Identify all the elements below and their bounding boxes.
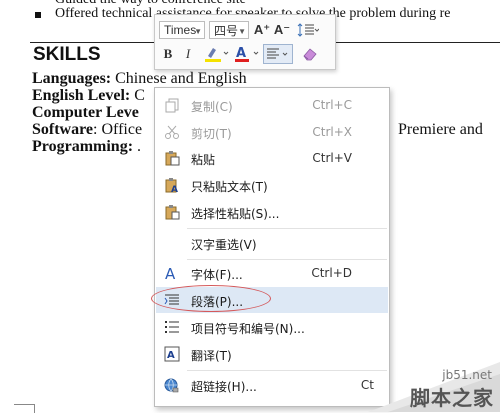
skill-value: C: [130, 87, 145, 104]
chevron-down-icon: ▼: [194, 27, 202, 36]
line-spacing-icon: [297, 23, 319, 37]
paste-text-icon: A: [165, 178, 178, 193]
font-color-icon: A: [235, 46, 259, 62]
menu-item-label: 剪切(T): [191, 127, 232, 141]
menu-item-reselect-hanzi[interactable]: 汉字重选(V): [156, 230, 388, 256]
bullets-numbering-icon: [165, 321, 179, 333]
skill-label: Computer Leve: [32, 104, 139, 121]
skill-row-software: Software: Office: [32, 121, 142, 139]
skill-value: : Office: [93, 121, 143, 138]
skill-label: Software: [32, 121, 94, 138]
menu-item-shortcut: Ctrl+D: [311, 266, 352, 280]
paste-special-icon: [165, 205, 180, 220]
svg-text:A: A: [167, 350, 175, 361]
skill-label: Programming:: [32, 138, 134, 155]
skill-row-programming: Programming: .: [32, 138, 141, 156]
menu-item-hyperlink[interactable]: 超链接(H)... Ct: [156, 372, 388, 398]
menu-item-copy[interactable]: 复制(C) Ctrl+C: [156, 92, 388, 118]
grow-font-icon[interactable]: A⁺: [253, 21, 271, 39]
font-icon: A: [165, 265, 176, 281]
shrink-font-icon[interactable]: A⁻: [273, 21, 291, 39]
format-painter-button[interactable]: [299, 45, 321, 63]
highlight-button[interactable]: [201, 45, 231, 63]
align-left-icon: [267, 48, 288, 59]
menu-item-bullets-numbering[interactable]: 项目符号和编号(N)...: [156, 314, 388, 340]
svg-text:A: A: [171, 185, 178, 193]
cut-icon: [165, 125, 179, 139]
skill-row-languages: Languages: Chinese and English: [32, 70, 247, 88]
menu-item-label: 项目符号和编号(N)...: [191, 322, 305, 336]
menu-item-label: 只粘贴文本(T): [191, 180, 268, 194]
menu-item-label: 粘贴: [191, 153, 216, 167]
copy-icon: [165, 98, 179, 113]
mini-format-toolbar: Times ▼ 四号 ▼ A⁺ A⁻ B I A: [154, 14, 336, 70]
menu-item-translate[interactable]: A 翻译(T): [156, 341, 388, 367]
menu-item-cut[interactable]: 剪切(T) Ctrl+X: [156, 119, 388, 145]
skill-row-english: English Level: C: [32, 87, 145, 105]
italic-button[interactable]: I: [179, 45, 197, 63]
svg-text:A: A: [236, 46, 246, 61]
menu-item-label: 字体(F)...: [191, 268, 243, 282]
skill-label: Languages:: [32, 70, 112, 87]
menu-item-shortcut: Ctrl+V: [312, 151, 352, 165]
skill-row-software-tail: Premiere and: [398, 121, 483, 138]
font-size-value: 四号: [214, 23, 239, 38]
hyperlink-icon: [164, 378, 179, 393]
menu-item-font[interactable]: A 字体(F)... Ctrl+D: [156, 260, 388, 286]
line-spacing-button[interactable]: [295, 21, 321, 39]
skill-row-computer: Computer Leve: [32, 104, 139, 122]
skills-heading: SKILLS: [33, 44, 101, 65]
bold-button[interactable]: B: [159, 45, 177, 63]
annotation-ellipse: [151, 285, 271, 312]
context-menu: 复制(C) Ctrl+C 剪切(T) Ctrl+X 粘贴 Ctrl+V A 只粘…: [154, 87, 390, 407]
menu-separator: [187, 228, 387, 229]
skill-label: English Level:: [32, 87, 131, 104]
menu-item-shortcut: Ctrl+C: [312, 98, 352, 112]
skill-value: Chinese and English: [111, 70, 247, 87]
watermark-name: 脚本之家: [410, 386, 494, 410]
bullet-marker: [35, 12, 41, 18]
menu-item-label: 翻译(T): [191, 349, 232, 363]
eraser-icon: [303, 48, 317, 61]
highlighter-icon: [205, 48, 229, 62]
font-size-select[interactable]: 四号 ▼: [209, 21, 249, 39]
skill-value: .: [133, 138, 142, 155]
menu-item-shortcut: Ctrl+X: [312, 125, 352, 139]
font-color-button[interactable]: A: [233, 45, 261, 63]
menu-item-label: 复制(C): [191, 100, 233, 114]
menu-item-label: 汉字重选(V): [191, 238, 257, 252]
menu-item-paste-special[interactable]: 选择性粘贴(S)...: [156, 199, 388, 225]
watermark-site: jb51.net: [442, 368, 492, 382]
font-name-select[interactable]: Times ▼: [159, 21, 205, 39]
translate-icon: A: [164, 346, 180, 362]
paste-icon: [165, 151, 180, 166]
svg-text:A: A: [165, 265, 176, 281]
chevron-down-icon: ▼: [238, 27, 246, 36]
menu-separator: [187, 370, 387, 371]
menu-item-paste-text-only[interactable]: A 只粘贴文本(T): [156, 172, 388, 198]
menu-item-label: 选择性粘贴(S)...: [191, 207, 280, 221]
menu-item-label: 超链接(H)...: [191, 380, 257, 394]
font-name-value: Times: [164, 23, 197, 37]
align-button[interactable]: [263, 44, 293, 64]
menu-item-paste[interactable]: 粘贴 Ctrl+V: [156, 145, 388, 171]
